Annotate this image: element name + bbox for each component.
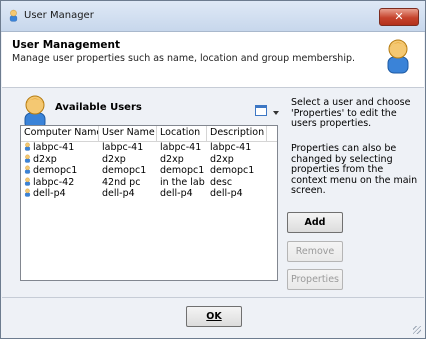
- cell-description: desc: [210, 176, 233, 188]
- resize-grip[interactable]: [413, 326, 421, 334]
- cell-description: d2xp: [210, 153, 234, 165]
- table-row[interactable]: demopc1 demopc1 demopc1 demopc1: [21, 165, 277, 177]
- view-dropdown-arrow-icon[interactable]: [273, 111, 279, 115]
- column-computer-name[interactable]: Computer Name: [21, 126, 99, 141]
- cell-description: dell-p4: [210, 188, 243, 199]
- cell-computer-name: d2xp: [21, 154, 99, 166]
- table-row[interactable]: dell-p4 dell-p4 dell-p4 dell-p4: [21, 188, 277, 200]
- cell-computer-name: demopc1: [21, 165, 99, 177]
- remove-button[interactable]: Remove: [287, 241, 343, 262]
- cell-description: demopc1: [210, 165, 255, 176]
- cell-location: demopc1: [160, 165, 205, 176]
- page-subtitle: Manage user properties such as name, loc…: [12, 53, 356, 64]
- column-description[interactable]: Description: [207, 126, 267, 141]
- cell-computer-name: labpc-41: [21, 142, 99, 154]
- user-icon: [24, 154, 31, 163]
- help-text-select: Select a user and choose 'Properties' to…: [291, 97, 411, 129]
- cell-computer-name: labpc-42: [21, 177, 99, 189]
- cell-location: dell-p4: [160, 188, 193, 199]
- title-bar[interactable]: User Manager ✕: [1, 1, 425, 32]
- cell-text: dell-p4: [33, 188, 66, 199]
- cell-user: demopc1: [102, 165, 147, 176]
- view-mode-icon[interactable]: [255, 105, 267, 116]
- table-row[interactable]: labpc-41 labpc-41 labpc-41 labpc-41: [21, 142, 277, 154]
- cell-user: labpc-41: [102, 142, 144, 153]
- ok-button[interactable]: OK: [186, 306, 242, 327]
- users-list[interactable]: Computer Name User Name Location Descrip…: [20, 125, 278, 281]
- cell-location: in the lab: [160, 176, 205, 188]
- user-icon: [24, 188, 31, 197]
- header-panel: User Management Manage user properties s…: [2, 32, 424, 88]
- table-row[interactable]: d2xp d2xp d2xp d2xp: [21, 154, 277, 166]
- cell-text: labpc-42: [33, 176, 75, 188]
- window-title: User Manager: [24, 10, 94, 21]
- properties-button[interactable]: Properties: [287, 269, 343, 290]
- cell-text: demopc1: [33, 165, 78, 176]
- cell-description: labpc-41: [210, 142, 252, 153]
- table-row[interactable]: labpc-42 42nd pc in the lab desc: [21, 177, 277, 189]
- available-users-label: Available Users: [55, 102, 142, 113]
- cell-text: labpc-41: [33, 142, 75, 153]
- cell-text: d2xp: [33, 153, 57, 165]
- cell-computer-name: dell-p4: [21, 188, 99, 200]
- user-icon: [8, 9, 19, 22]
- user-avatar-icon: [386, 37, 410, 75]
- footer-divider: [2, 297, 424, 298]
- ok-label: OK: [206, 311, 222, 322]
- cell-user: dell-p4: [102, 188, 135, 199]
- close-button[interactable]: ✕: [379, 8, 419, 26]
- column-location[interactable]: Location: [157, 126, 207, 141]
- user-icon: [24, 142, 31, 151]
- help-text-context: Properties can also be changed by select…: [291, 143, 418, 196]
- user-icon: [24, 165, 31, 174]
- user-icon: [24, 177, 31, 186]
- column-user-name[interactable]: User Name: [99, 126, 157, 141]
- cell-location: d2xp: [160, 153, 184, 165]
- cell-location: labpc-41: [160, 142, 202, 153]
- users-list-header: Computer Name User Name Location Descrip…: [21, 126, 277, 142]
- page-title: User Management: [12, 39, 121, 51]
- user-manager-window: User Manager ✕ User Management Manage us…: [0, 0, 426, 339]
- cell-user: d2xp: [102, 153, 126, 165]
- cell-user: 42nd pc: [102, 176, 141, 188]
- add-button[interactable]: Add: [287, 212, 343, 233]
